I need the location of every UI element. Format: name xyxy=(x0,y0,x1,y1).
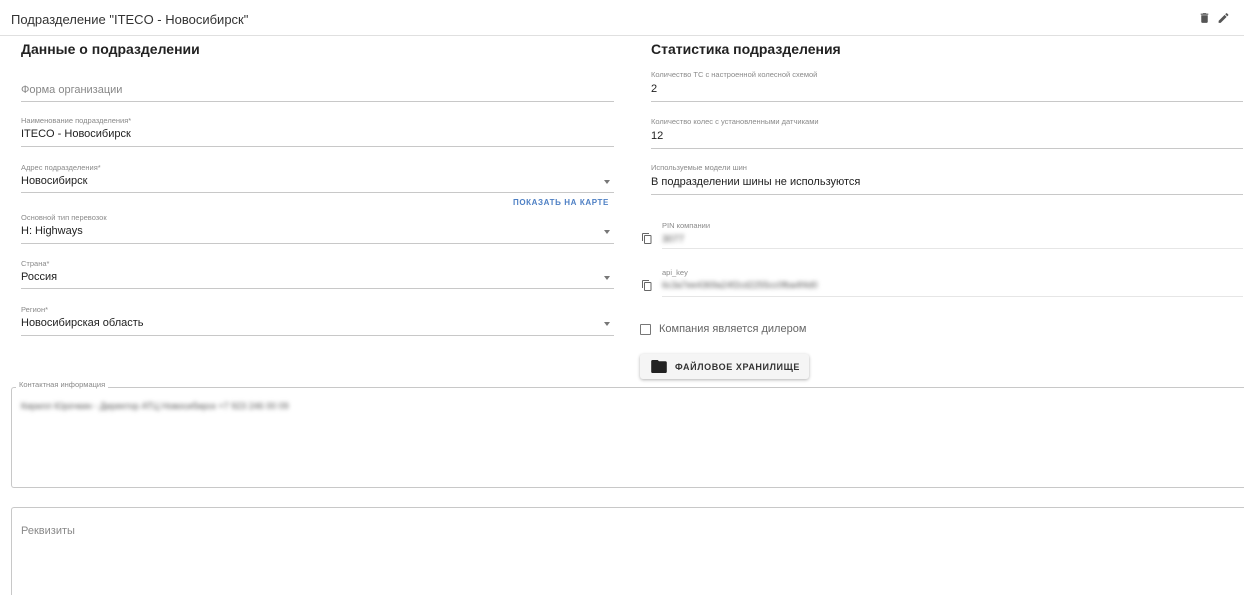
file-storage-button-label: ФАЙЛОВОЕ ХРАНИЛИЩЕ xyxy=(675,361,800,372)
org-form-field[interactable]: Форма организации xyxy=(21,78,614,104)
address-value: Новосибирск xyxy=(21,175,88,187)
api-key-label: api_key xyxy=(662,268,688,277)
org-form-placeholder: Форма организации xyxy=(21,84,123,96)
wheels-count-field: Количество колес с установленными датчик… xyxy=(651,117,1243,149)
folder-icon xyxy=(651,360,667,373)
chevron-down-icon[interactable] xyxy=(604,230,610,234)
transport-type-label: Основной тип перевозок xyxy=(21,213,107,222)
unit-name-value: ITECO - Новосибирск xyxy=(21,128,131,140)
copy-icon[interactable] xyxy=(641,279,653,292)
country-select[interactable]: Страна* Россия xyxy=(21,259,614,291)
header-actions xyxy=(1198,11,1230,25)
show-on-map-link[interactable]: ПОКАЗАТЬ НА КАРТЕ xyxy=(513,198,609,207)
transport-type-value: H: Highways xyxy=(21,225,83,237)
vehicles-count-field: Количество ТС с настроенной колесной схе… xyxy=(651,70,1243,102)
company-pin-field: PIN компании 3077 xyxy=(662,221,1243,249)
company-pin-value: 3077 xyxy=(662,234,685,245)
copy-icon[interactable] xyxy=(641,232,653,245)
dealer-checkbox-label: Компания является дилером xyxy=(659,323,807,335)
chevron-down-icon[interactable] xyxy=(604,180,610,184)
field-underline xyxy=(21,243,614,244)
contact-info-label: Контактная информация xyxy=(16,380,109,389)
tire-models-field: Используемые модели шин В подразделении … xyxy=(651,163,1243,195)
file-storage-button[interactable]: ФАЙЛОВОЕ ХРАНИЛИЩЕ xyxy=(640,354,809,379)
section-title-unit-data: Данные о подразделении xyxy=(21,41,200,57)
field-underline xyxy=(651,101,1243,102)
address-label: Адрес подразделения* xyxy=(21,163,101,172)
transport-type-select[interactable]: Основной тип перевозок H: Highways xyxy=(21,213,614,245)
region-select[interactable]: Регион* Новосибирская область xyxy=(21,305,614,337)
api-key-value: 6c3a7ee4369a24f2cd2255cc0fba4f4d0 xyxy=(662,280,818,290)
unit-name-field[interactable]: Наименование подразделения* ITECO - Ново… xyxy=(21,116,614,148)
trash-icon[interactable] xyxy=(1198,11,1211,25)
vehicles-count-value: 2 xyxy=(651,83,658,95)
vehicles-count-label: Количество ТС с настроенной колесной схе… xyxy=(651,70,818,79)
chevron-down-icon[interactable] xyxy=(604,276,610,280)
wheels-count-label: Количество колес с установленными датчик… xyxy=(651,117,819,126)
pencil-icon[interactable] xyxy=(1217,11,1230,25)
company-pin-label: PIN компании xyxy=(662,221,711,230)
address-select[interactable]: Адрес подразделения* Новосибирск xyxy=(21,163,614,195)
tire-models-value: В подразделении шины не используются xyxy=(651,176,861,188)
field-underline xyxy=(21,335,614,336)
country-value: Россия xyxy=(21,271,58,283)
page-header: Подразделение "ITECO - Новосибирск" xyxy=(0,0,1244,36)
region-value: Новосибирская область xyxy=(21,317,144,329)
field-underline xyxy=(21,146,614,147)
field-underline xyxy=(651,148,1243,149)
region-label: Регион* xyxy=(21,305,49,314)
requisites-placeholder: Реквизиты xyxy=(21,525,75,537)
field-underline xyxy=(662,296,1243,297)
api-key-field: api_key 6c3a7ee4369a24f2cd2255cc0fba4f4d… xyxy=(662,268,1243,298)
unit-name-label: Наименование подразделения* xyxy=(21,116,132,125)
section-title-unit-stats: Статистика подразделения xyxy=(651,41,841,57)
field-underline xyxy=(21,101,614,102)
dealer-checkbox[interactable] xyxy=(640,323,651,335)
country-label: Страна* xyxy=(21,259,50,268)
requisites-textarea[interactable] xyxy=(11,507,1244,595)
field-underline xyxy=(662,248,1243,249)
wheels-count-value: 12 xyxy=(651,130,664,142)
field-underline xyxy=(21,288,614,289)
chevron-down-icon[interactable] xyxy=(604,322,610,326)
contact-info-value: Кирилл Юрочкин - Директор АТЦ Новосибирс… xyxy=(21,401,289,411)
page-title: Подразделение "ITECO - Новосибирск" xyxy=(11,12,249,27)
dealer-checkbox-row[interactable]: Компания является дилером xyxy=(640,323,806,335)
tire-models-label: Используемые модели шин xyxy=(651,163,747,172)
field-underline xyxy=(651,194,1243,195)
field-underline xyxy=(21,192,614,193)
